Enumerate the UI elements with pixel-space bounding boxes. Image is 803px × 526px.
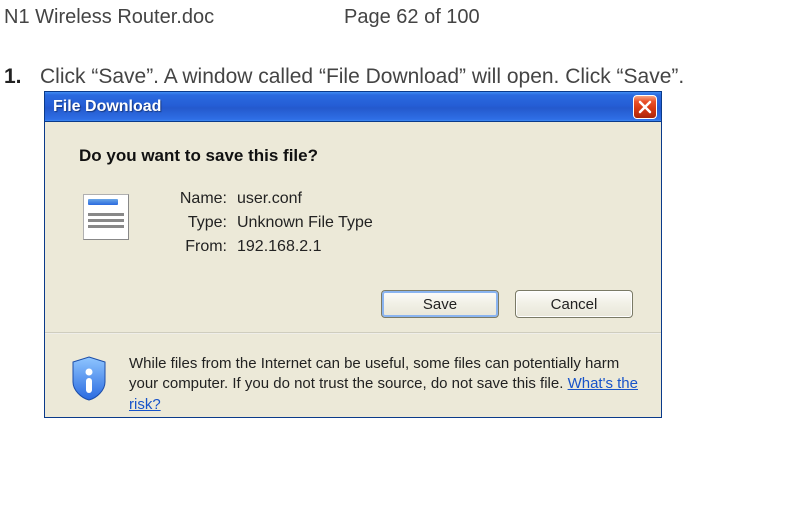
titlebar[interactable]: File Download (45, 92, 661, 122)
document-filename: N1 Wireless Router.doc (4, 6, 344, 29)
from-value: 192.168.2.1 (237, 238, 633, 256)
warning-message: While files from the Internet can be use… (129, 355, 619, 392)
name-label: Name: (167, 190, 237, 208)
from-label: From: (167, 238, 237, 256)
instruction-number: 1. (4, 65, 40, 89)
type-value: Unknown File Type (237, 214, 633, 232)
dialog-title: File Download (53, 98, 633, 116)
warning-area: While files from the Internet can be use… (45, 334, 661, 417)
instruction-text: Click “Save”. A window called “File Down… (40, 65, 799, 89)
document-page-number: Page 62 of 100 (344, 6, 480, 29)
close-icon (638, 100, 652, 114)
document-header: N1 Wireless Router.doc Page 62 of 100 (4, 6, 799, 29)
dialog-prompt: Do you want to save this file? (79, 146, 633, 166)
cancel-button[interactable]: Cancel (515, 290, 633, 318)
close-button[interactable] (633, 95, 657, 119)
dialog-button-row: Save Cancel (45, 262, 661, 332)
name-value: user.conf (237, 190, 633, 208)
warning-text: While files from the Internet can be use… (129, 354, 639, 415)
file-download-dialog: File Download Do you want to save this f… (44, 91, 662, 418)
instruction-step: 1. Click “Save”. A window called “File D… (4, 65, 799, 89)
file-properties: Name: user.conf Type: Unknown File Type … (133, 190, 633, 262)
file-icon (79, 190, 133, 240)
type-label: Type: (167, 214, 237, 232)
save-button[interactable]: Save (381, 290, 499, 318)
shield-icon (67, 354, 111, 407)
